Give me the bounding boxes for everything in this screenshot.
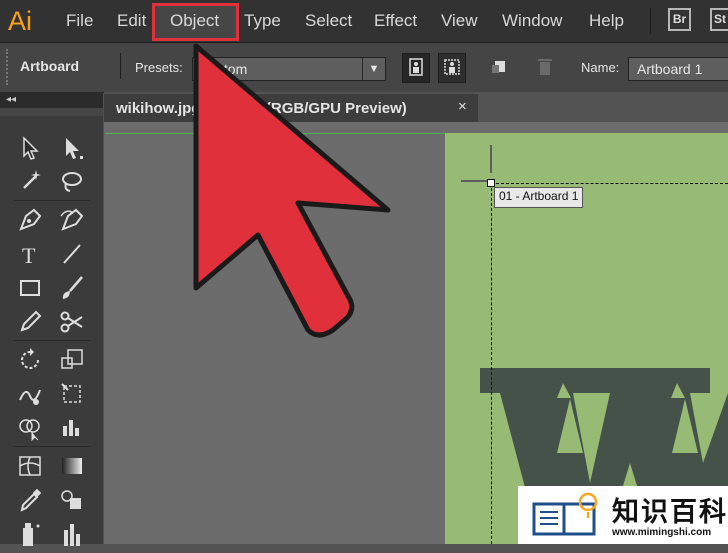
watermark-url: www.mimingshi.com <box>612 527 712 538</box>
book-icon <box>532 492 598 536</box>
red-arrow-overlay <box>193 43 391 338</box>
red-arrow-pointer <box>193 43 391 338</box>
watermark-title: 知识百科 <box>612 497 728 528</box>
